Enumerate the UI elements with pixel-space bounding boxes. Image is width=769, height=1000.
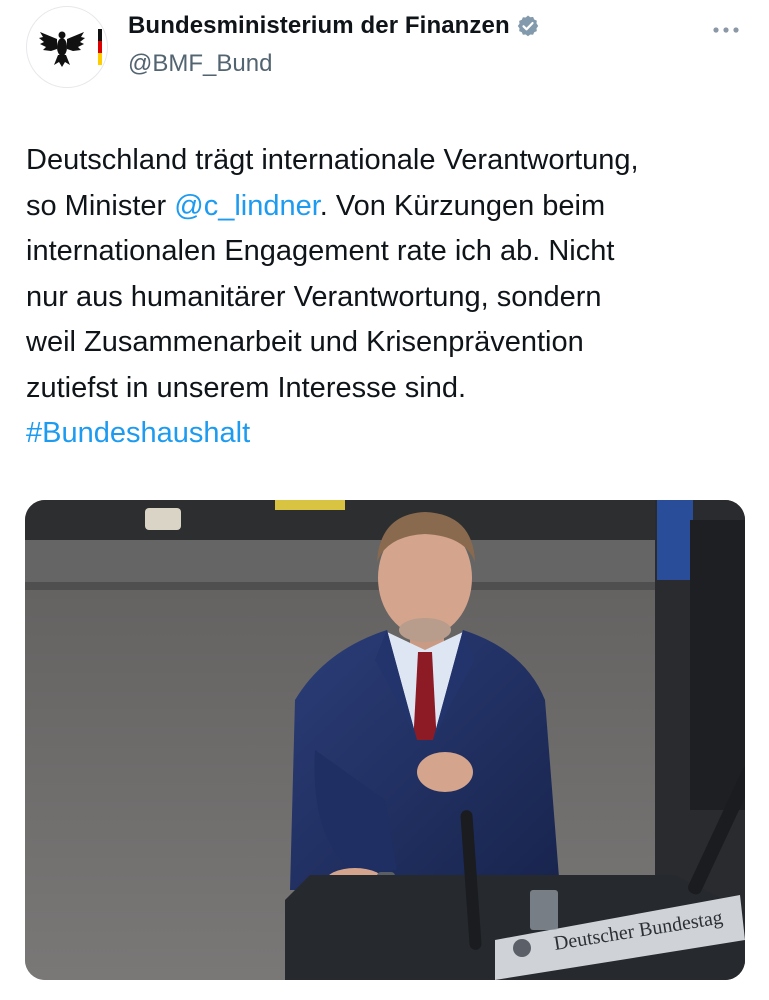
tweet-text-segment: . Von Kürzungen beim — [319, 189, 606, 222]
avatar[interactable] — [26, 6, 108, 88]
tweet-line: zutiefst in unserem Interesse sind. — [26, 371, 467, 404]
tweet-text: Deutschland trägt internationale Verantw… — [26, 138, 751, 457]
tweet-line: Deutschland trägt internationale Verantw… — [26, 144, 639, 176]
tweet-line: nur aus humanitärer Verantwortung, sonde… — [26, 280, 602, 313]
user-handle[interactable]: @BMF_Bund — [128, 50, 272, 78]
photo-minister-speech: Deutscher Bundestag — [25, 500, 745, 980]
tweet-line: weil Zusammenarbeit und Krisenprävention — [26, 326, 584, 358]
tweet-photo[interactable]: Deutscher Bundestag — [25, 500, 745, 980]
mention-link[interactable]: @c_lindner — [174, 190, 320, 222]
hashtag-link[interactable]: #Bundeshaushalt — [26, 411, 751, 457]
name-row: Bundesministerium der Finanzen — [128, 12, 540, 40]
display-name[interactable]: Bundesministerium der Finanzen — [128, 12, 510, 40]
tweet-text-segment: so Minister — [26, 189, 175, 222]
verified-badge-icon — [517, 15, 538, 37]
more-options-icon[interactable] — [708, 18, 744, 42]
tweet-line: so Minister @c_lindner. Von Kürzungen be… — [26, 184, 751, 230]
tweet-header: Bundesministerium der Finanzen @BMF_Bund — [0, 0, 769, 110]
federal-eagle-logo — [39, 29, 102, 67]
tweet-line: internationalen Engagement rate ich ab. … — [26, 235, 615, 267]
